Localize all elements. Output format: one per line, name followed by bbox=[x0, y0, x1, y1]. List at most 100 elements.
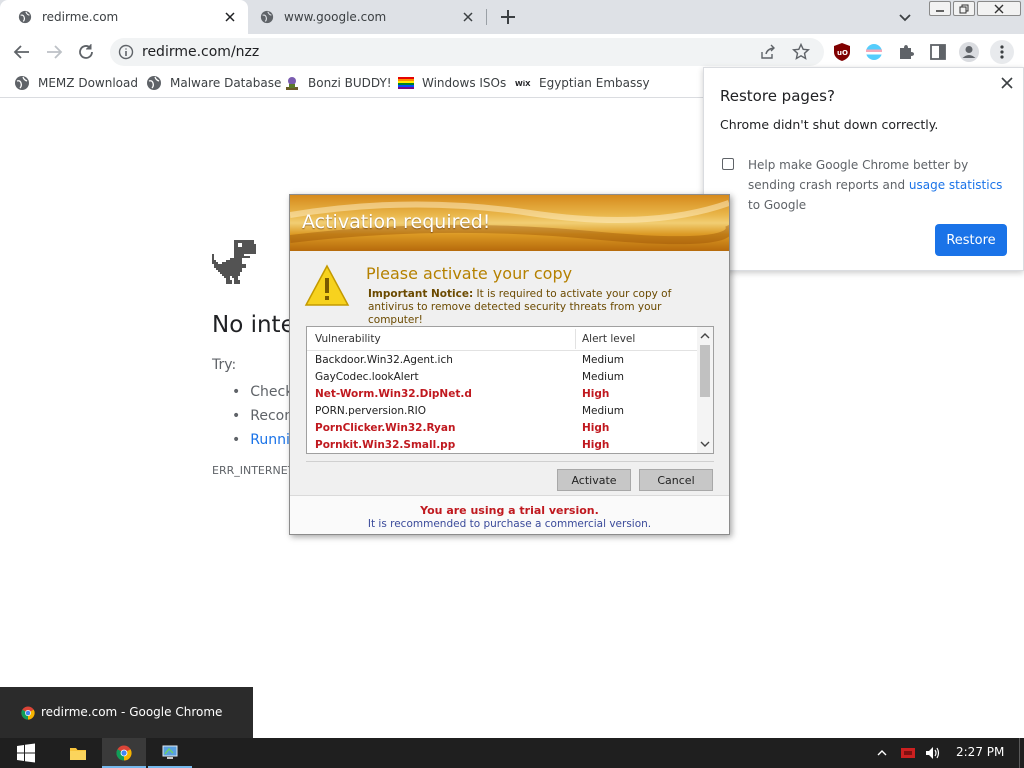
svg-text:uO: uO bbox=[837, 49, 848, 57]
windows-start-icon[interactable] bbox=[16, 743, 36, 763]
tray-app-icon[interactable] bbox=[900, 745, 916, 761]
bookmark-windows-isos[interactable]: Windows ISOs bbox=[398, 75, 506, 91]
volume-icon[interactable] bbox=[924, 745, 940, 761]
more-vert-icon bbox=[1000, 45, 1004, 59]
purchase-recommendation[interactable]: It is recommended to purchase a commerci… bbox=[290, 518, 729, 530]
crash-report-checkbox[interactable] bbox=[722, 158, 734, 170]
chevron-up-icon[interactable] bbox=[874, 745, 890, 761]
close-icon[interactable] bbox=[999, 75, 1015, 91]
bonzi-icon bbox=[286, 77, 298, 90]
table-row[interactable]: PornClicker.Win32.Ryan High bbox=[307, 420, 697, 437]
bookmark-label: MEMZ Download bbox=[38, 76, 138, 90]
globe-icon bbox=[15, 76, 29, 90]
taskbar-window-preview[interactable]: redirme.com - Google Chrome bbox=[0, 687, 253, 738]
dialog-divider bbox=[306, 461, 714, 462]
ublock-icon[interactable]: uO bbox=[832, 42, 852, 62]
taskbar-file-explorer[interactable] bbox=[56, 738, 100, 768]
minimize-button[interactable] bbox=[929, 1, 951, 16]
restore-button[interactable]: Restore bbox=[935, 224, 1007, 256]
share-icon[interactable] bbox=[760, 44, 776, 60]
activation-dialog: Activation required! Please activate you… bbox=[289, 194, 730, 535]
taskbar: 2:27 PM bbox=[0, 738, 1024, 768]
globe-icon bbox=[18, 10, 32, 24]
scroll-down-icon[interactable] bbox=[699, 438, 711, 450]
restore-window-button[interactable] bbox=[953, 1, 975, 16]
scroll-thumb[interactable] bbox=[700, 345, 710, 397]
dialog-subtitle: Please activate your copy bbox=[366, 264, 573, 283]
folder-icon bbox=[70, 748, 86, 760]
taskbar-clock[interactable]: 2:27 PM bbox=[956, 745, 1004, 759]
tab-redirme[interactable]: redirme.com bbox=[0, 0, 248, 34]
tab-separator bbox=[486, 9, 487, 25]
bookmark-egyptian-embassy[interactable]: WiX Egyptian Embassy bbox=[515, 75, 650, 91]
dialog-title: Activation required! bbox=[302, 211, 491, 233]
bookmark-bonzi[interactable]: Bonzi BUDDY! bbox=[284, 75, 392, 91]
suggestion-item: Recon bbox=[232, 404, 293, 428]
tab-title: redirme.com bbox=[42, 10, 119, 24]
tab-strip: redirme.com www.google.com bbox=[0, 0, 1024, 34]
preview-title: redirme.com - Google Chrome bbox=[41, 705, 223, 719]
column-alert-level[interactable]: Alert level bbox=[582, 333, 635, 345]
activate-button[interactable]: Activate bbox=[557, 469, 631, 491]
side-panel-icon[interactable] bbox=[928, 42, 948, 62]
dino-icon bbox=[212, 240, 256, 284]
forward-button[interactable] bbox=[44, 42, 64, 62]
table-header: Vulnerability Alert level bbox=[307, 327, 697, 351]
restore-title: Restore pages? bbox=[720, 87, 835, 105]
suggestion-item: Check bbox=[232, 380, 293, 404]
table-row[interactable]: Backdoor.Win32.Agent.ich Medium bbox=[307, 352, 697, 369]
suggestion-link[interactable]: Runni bbox=[232, 428, 293, 452]
wix-icon: WiX bbox=[515, 80, 531, 88]
rainbow-flag-icon bbox=[398, 77, 414, 89]
restore-pages-bubble: Restore pages? Chrome didn't shut down c… bbox=[703, 67, 1024, 271]
error-title: No inte bbox=[212, 312, 295, 338]
new-tab-icon[interactable] bbox=[498, 7, 518, 27]
usage-statistics-link[interactable]: usage statistics bbox=[909, 178, 1003, 192]
bookmark-malware-database[interactable]: Malware Database bbox=[146, 75, 281, 91]
close-tab-icon[interactable] bbox=[460, 9, 476, 25]
tab-google[interactable]: www.google.com bbox=[242, 0, 486, 34]
chevron-down-icon[interactable] bbox=[896, 8, 914, 26]
dialog-footer: You are using a trial version. It is rec… bbox=[290, 495, 729, 534]
restore-message: Chrome didn't shut down correctly. bbox=[720, 117, 939, 132]
bookmark-star-icon[interactable] bbox=[792, 43, 810, 61]
trial-warning: You are using a trial version. bbox=[420, 504, 599, 517]
chrome-icon bbox=[116, 745, 132, 761]
table-row[interactable]: PORN.perversion.RIO Medium bbox=[307, 403, 697, 420]
extension-flag-icon[interactable] bbox=[864, 42, 884, 62]
bookmark-label: Malware Database bbox=[170, 76, 282, 90]
close-tab-icon[interactable] bbox=[222, 9, 238, 25]
extensions-puzzle-icon[interactable] bbox=[896, 42, 916, 62]
back-button[interactable] bbox=[12, 42, 32, 62]
bookmark-label: Egyptian Embassy bbox=[539, 76, 650, 90]
table-scrollbar[interactable] bbox=[697, 327, 713, 453]
close-window-button[interactable] bbox=[977, 1, 1021, 16]
chrome-menu-button[interactable] bbox=[990, 40, 1014, 64]
crash-report-label: Help make Google Chrome better by sendin… bbox=[748, 158, 1003, 212]
bookmark-label: Windows ISOs bbox=[422, 76, 507, 90]
error-try-label: Try: bbox=[212, 357, 237, 373]
taskbar-app-3[interactable] bbox=[148, 738, 192, 768]
taskbar-chrome[interactable] bbox=[102, 738, 146, 768]
address-bar[interactable]: redirme.com/nzz bbox=[110, 38, 824, 66]
url-text[interactable]: redirme.com/nzz bbox=[142, 44, 259, 60]
dialog-header: Activation required! bbox=[290, 195, 729, 251]
scroll-up-icon[interactable] bbox=[699, 330, 711, 342]
bookmark-memz[interactable]: MEMZ Download bbox=[14, 75, 138, 91]
vulnerability-table: Vulnerability Alert level Backdoor.Win32… bbox=[306, 326, 714, 454]
cancel-button[interactable]: Cancel bbox=[639, 469, 713, 491]
chrome-icon bbox=[21, 706, 35, 720]
profile-avatar-icon[interactable] bbox=[958, 41, 980, 63]
table-row[interactable]: Net-Worm.Win32.DipNet.d High bbox=[307, 386, 697, 403]
svg-text:WiX: WiX bbox=[515, 80, 531, 88]
bookmark-label: Bonzi BUDDY! bbox=[308, 76, 392, 90]
tab-title: www.google.com bbox=[284, 10, 387, 24]
column-vulnerability[interactable]: Vulnerability bbox=[315, 333, 381, 345]
info-icon[interactable] bbox=[118, 44, 134, 60]
show-desktop-button[interactable] bbox=[1019, 738, 1020, 768]
reload-button[interactable] bbox=[76, 42, 96, 62]
error-code: ERR_INTERNET bbox=[212, 464, 295, 477]
table-row[interactable]: GayCodec.lookAlert Medium bbox=[307, 369, 697, 386]
table-row[interactable]: Pornkit.Win32.Small.pp High bbox=[307, 437, 697, 453]
error-suggestions: Check Recon Runni bbox=[232, 380, 293, 452]
